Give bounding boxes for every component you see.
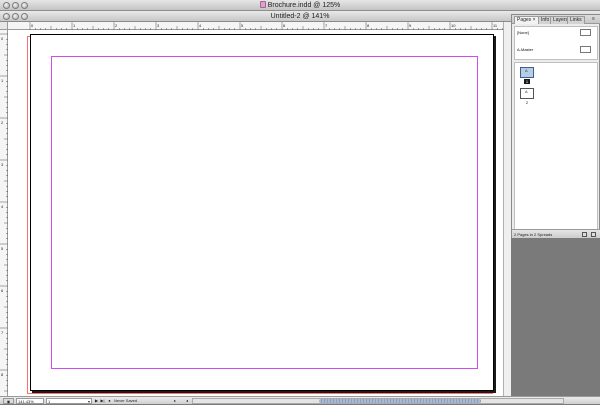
ruler-label: 5 — [1, 246, 4, 251]
ruler-label: 10 — [451, 23, 456, 28]
panel-footer: 2 Pages in 2 Spreads — [512, 229, 600, 238]
back-window-title: Brochure.indd @ 125% — [0, 0, 600, 11]
vertical-scrollbar[interactable] — [503, 22, 511, 396]
ruler-label: 6 — [283, 23, 286, 28]
chevron-right-icon[interactable]: ▸ — [174, 398, 176, 404]
new-page-icon[interactable] — [582, 232, 587, 237]
ruler-label: 4 — [199, 23, 202, 28]
ruler-label: 7 — [1, 330, 4, 335]
tab-pages[interactable]: Pages × — [514, 16, 539, 24]
panel-menu-icon[interactable]: ≡ — [592, 16, 595, 22]
ruler-label: 9 — [409, 23, 412, 28]
indesign-document-icon — [259, 1, 266, 8]
front-window-title: Untitled-2 @ 141% — [270, 13, 330, 20]
front-window-titlebar[interactable]: Untitled-2 @ 141% — [0, 11, 600, 22]
ruler-label: 0 — [31, 23, 34, 28]
master-a-thumbnail[interactable] — [580, 46, 591, 53]
panel-tab-bar: Pages × Info Layers Links ≡ — [512, 15, 600, 24]
ruler-label: 3 — [157, 23, 160, 28]
masters-section: [None] A-Master — [514, 26, 598, 60]
save-status: Never Saved ▸ — [114, 398, 177, 404]
page-count-text: 2 Pages in 2 Spreads — [514, 232, 553, 237]
view-mode-button[interactable]: ◉ — [3, 398, 14, 404]
ruler-origin[interactable] — [0, 22, 8, 30]
margin-guide — [51, 56, 478, 369]
next-page-icon[interactable]: ▶ — [94, 398, 99, 404]
ruler-label: 1 — [73, 23, 76, 28]
ruler-label: 7 — [325, 23, 328, 28]
page-1-label: 1 — [524, 79, 530, 84]
pages-section: A 1 A 2 — [514, 62, 598, 230]
ruler-label: 2 — [115, 23, 118, 28]
master-a[interactable]: A-Master — [517, 47, 533, 52]
ruler-label: 11 — [493, 23, 498, 28]
horizontal-ruler-ticks: 0 1 2 3 4 5 6 7 8 9 10 11 — [29, 22, 508, 30]
vertical-ruler[interactable]: 0 1 2 3 4 5 6 7 8 — [0, 30, 8, 396]
horizontal-scroll-thumb[interactable] — [319, 399, 481, 403]
ruler-label: 0 — [1, 36, 4, 41]
ruler-label: 8 — [367, 23, 370, 28]
horizontal-ruler[interactable]: 0 1 2 3 4 5 6 7 8 9 10 11 — [8, 22, 511, 30]
page-2-label: 2 — [525, 100, 529, 105]
status-bar: ◉ 141.43% 1 ▾ ▶ ▶| ● Never Saved ▸ ◂ — [0, 396, 600, 404]
chevron-down-icon: ▾ — [87, 399, 90, 404]
back-window-titlebar[interactable]: Brochure.indd @ 125% — [0, 0, 600, 11]
vertical-ruler-ticks: 0 1 2 3 4 5 6 7 8 — [0, 33, 8, 392]
ruler-label: 2 — [1, 120, 4, 125]
scroll-left-icon[interactable]: ◂ — [186, 398, 188, 404]
ruler-label: 8 — [1, 372, 4, 377]
ruler-label: 5 — [241, 23, 244, 28]
ruler-label: 6 — [1, 288, 4, 293]
ruler-label: 4 — [1, 204, 4, 209]
master-none-thumbnail[interactable] — [580, 29, 591, 36]
ruler-label: 3 — [1, 162, 4, 167]
preflight-icon[interactable]: ● — [107, 398, 112, 404]
page-2-thumbnail[interactable]: A — [520, 88, 534, 99]
pages-panel: Pages × Info Layers Links ≡ [None] A-Mas… — [511, 14, 600, 238]
master-none[interactable]: [None] — [517, 30, 529, 35]
horizontal-scrollbar[interactable] — [192, 398, 564, 404]
zoom-field[interactable]: 141.43% — [16, 398, 44, 404]
tab-links[interactable]: Links — [567, 16, 585, 24]
last-page-icon[interactable]: ▶| — [100, 398, 105, 404]
page-1-thumbnail[interactable]: A — [520, 67, 534, 78]
ruler-label: 1 — [1, 78, 4, 83]
pasteboard[interactable] — [8, 30, 511, 396]
page-number-field[interactable]: 1 ▾ — [46, 398, 92, 404]
delete-page-icon[interactable] — [591, 232, 596, 237]
